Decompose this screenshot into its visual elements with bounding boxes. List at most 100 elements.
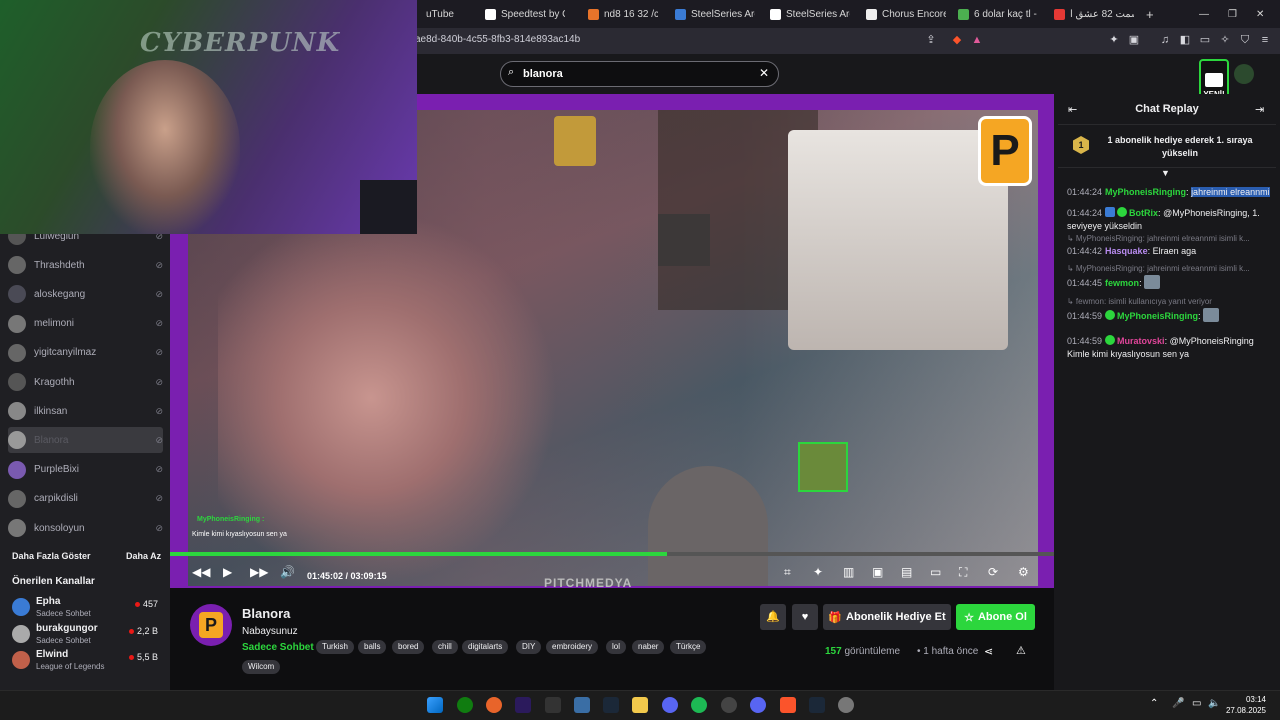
- browser-tab[interactable]: SteelSeries Arctis: [675, 4, 755, 24]
- chat-username[interactable]: BotRix: [1129, 208, 1158, 218]
- miniplayer-icon[interactable]: ▣: [872, 565, 883, 579]
- sparkle-icon[interactable]: ✦: [813, 565, 823, 579]
- spotify-icon[interactable]: [691, 697, 707, 713]
- replay-icon[interactable]: ⟳: [988, 565, 998, 579]
- theatre-icon[interactable]: ▤: [901, 565, 912, 579]
- menu-icon[interactable]: ≡: [1258, 33, 1272, 47]
- share-icon[interactable]: ⋖: [984, 645, 993, 658]
- sidebar-channel[interactable]: PurpleBixi ⊘: [8, 457, 163, 483]
- chat-message[interactable]: ↳ MyPhoneisRinging: jahreinmi elreannmi …: [1067, 232, 1273, 258]
- github-icon[interactable]: [721, 697, 737, 713]
- subscribe-button[interactable]: ☆ Abone Ol: [956, 604, 1035, 630]
- brave-shield-icon[interactable]: ◆: [950, 33, 964, 47]
- sidebar-channel[interactable]: yigitcanyilmaz ⊘: [8, 340, 163, 366]
- sidebar-channel[interactable]: Thrashdeth ⊘: [8, 252, 163, 278]
- stream-tag[interactable]: balls: [358, 640, 387, 654]
- browser-tab[interactable]: nd8 16 32 /cpl fil: [588, 4, 658, 24]
- brave-icon[interactable]: [780, 697, 796, 713]
- chat-username[interactable]: Hasquake: [1105, 246, 1148, 256]
- stream-tag[interactable]: digitalarts: [462, 640, 509, 654]
- display-icon[interactable]: ▭: [1192, 698, 1201, 709]
- notification-bell-icon[interactable]: 🔔: [760, 604, 786, 630]
- chat-username[interactable]: Muratovski: [1117, 336, 1165, 346]
- recommended-channel[interactable]: Epha Sadece Sohbet 457: [12, 596, 162, 622]
- stream-tag[interactable]: lol: [606, 640, 627, 654]
- chat-message[interactable]: ↳ fewmon: isimli kullanıcıya yanıt veriy…: [1067, 295, 1273, 323]
- share-icon[interactable]: ⇪: [924, 33, 938, 47]
- chat-username[interactable]: MyPhoneisRinging: [1117, 311, 1198, 321]
- show-more-link[interactable]: Daha Fazla Göster: [12, 551, 91, 561]
- fullscreen-icon[interactable]: ⛶: [959, 565, 967, 580]
- gift-sub-button[interactable]: 🎁 Abonelik Hediye Et: [823, 604, 951, 630]
- sidebar-channel[interactable]: melimoni ⊘: [8, 311, 163, 337]
- premiere-icon[interactable]: [515, 697, 531, 713]
- epic-games-icon[interactable]: [545, 697, 561, 713]
- stream-tag[interactable]: DIY: [516, 640, 542, 654]
- stream-tag[interactable]: Wilcom: [242, 660, 281, 674]
- stream-tag[interactable]: embroidery: [546, 640, 599, 654]
- settings-app-icon[interactable]: [838, 697, 854, 713]
- report-icon[interactable]: ⚠: [1016, 644, 1026, 657]
- chat-message[interactable]: 01:44:24 BotRix: @MyPhoneisRinging, 1. se…: [1067, 207, 1273, 233]
- sidebar-channel[interactable]: aloskegang ⊘: [8, 281, 163, 307]
- chat-username[interactable]: fewmon: [1105, 278, 1139, 288]
- stats-icon[interactable]: ▥: [843, 565, 854, 579]
- leo-icon[interactable]: ✧: [1218, 33, 1232, 47]
- browser-tab[interactable]: Chorus Encore: [866, 4, 946, 24]
- stream-tag[interactable]: Turkish: [316, 640, 354, 654]
- discord-icon[interactable]: [750, 697, 766, 713]
- clip-icon[interactable]: ⌗: [784, 565, 791, 580]
- music-icon[interactable]: ♫: [1158, 33, 1172, 47]
- browser-tab[interactable]: 6 dolar kaç tl - Go: [958, 4, 1038, 24]
- sidebar-channel[interactable]: konsoloyun ⊘: [8, 515, 163, 541]
- sidebar-channel[interactable]: carpikdisli ⊘: [8, 486, 163, 512]
- chat-message[interactable]: 01:44:59 Muratovski: @MyPhoneisRinging Ki…: [1067, 335, 1273, 361]
- steam2-icon[interactable]: [809, 697, 825, 713]
- extensions-icon[interactable]: ✦: [1107, 33, 1121, 47]
- chat-message[interactable]: 01:44:24 MyPhoneisRinging: jahreinmi elre…: [1067, 186, 1273, 199]
- stream-tag[interactable]: Türkçe: [670, 640, 707, 654]
- chat-popout-icon[interactable]: ⇥: [1255, 103, 1264, 116]
- tray-chevron-icon[interactable]: ⌃: [1150, 698, 1158, 709]
- search-input[interactable]: blanora: [523, 68, 563, 80]
- sidebar-channel[interactable]: Blanora ⊘: [8, 427, 163, 454]
- sidebar-channel[interactable]: ilkinsan ⊘: [8, 398, 163, 424]
- system-clock[interactable]: 03:14 27.08.2025: [1214, 694, 1266, 716]
- browser-tab[interactable]: قسمت 82 عشق ا: [1054, 4, 1134, 24]
- rewards-icon[interactable]: ▲: [970, 33, 984, 47]
- steam-icon[interactable]: [603, 697, 619, 713]
- channel-name[interactable]: Blanora: [242, 606, 290, 621]
- browser-tab[interactable]: SteelSeries Arctis: [770, 4, 850, 24]
- start-menu-icon[interactable]: [427, 697, 443, 713]
- wide-icon[interactable]: ▭: [930, 565, 941, 579]
- new-tab-button[interactable]: +: [1146, 4, 1154, 24]
- xbox-icon[interactable]: [457, 697, 473, 713]
- recommended-channel[interactable]: burakgungor Sadece Sohbet 2,2 B: [12, 623, 162, 649]
- follow-heart-icon[interactable]: ♥: [792, 604, 818, 630]
- origin-icon[interactable]: [486, 697, 502, 713]
- sidebar-toggle-icon[interactable]: ◧: [1178, 33, 1192, 47]
- browser-tab[interactable]: Speedtest by Ookla: [485, 4, 565, 24]
- chat-message[interactable]: ↳ MyPhoneisRinging: jahreinmi elreannmi …: [1067, 262, 1273, 290]
- user-avatar[interactable]: [1234, 64, 1254, 84]
- wallet-icon[interactable]: ▣: [1127, 33, 1141, 47]
- url-text[interactable]: ae8d-840b-4c55-8fb3-814e893ac14b: [415, 34, 580, 45]
- play-icon[interactable]: ▶: [223, 565, 232, 579]
- chevron-down-icon[interactable]: ▼: [1161, 168, 1170, 178]
- clear-search-icon[interactable]: ✕: [759, 66, 769, 80]
- show-less-link[interactable]: Daha Az: [126, 551, 161, 561]
- rewind-icon[interactable]: ◀◀: [192, 565, 210, 579]
- file-explorer-icon[interactable]: [632, 697, 648, 713]
- close-window-button[interactable]: ✕: [1256, 4, 1264, 24]
- stream-tag[interactable]: bored: [392, 640, 425, 654]
- vpn-icon[interactable]: ⛉: [1238, 33, 1252, 47]
- volume-icon[interactable]: 🔊: [280, 565, 295, 579]
- stream-tag[interactable]: naber: [632, 640, 665, 654]
- minimize-button[interactable]: —: [1199, 4, 1209, 24]
- wallet2-icon[interactable]: ▭: [1198, 33, 1212, 47]
- app-icon[interactable]: [662, 697, 678, 713]
- chat-username[interactable]: MyPhoneisRinging: [1105, 187, 1186, 197]
- recommended-channel[interactable]: Elwind League of Legends 5,5 B: [12, 649, 162, 675]
- stream-tag[interactable]: chill: [432, 640, 458, 654]
- forward-icon[interactable]: ▶▶: [250, 565, 268, 579]
